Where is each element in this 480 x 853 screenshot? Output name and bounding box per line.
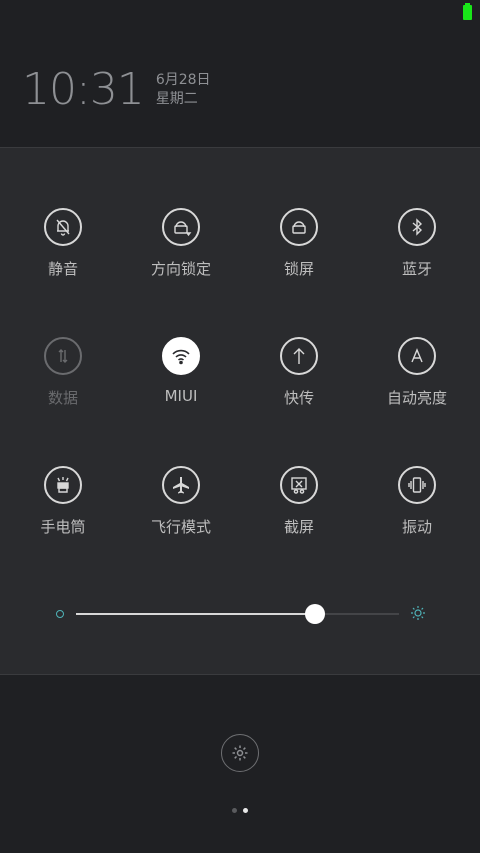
tile-label: 手电筒	[40, 518, 86, 536]
tile-label: 静音	[47, 260, 78, 278]
settings-button[interactable]	[221, 734, 259, 772]
auto-brightness-icon	[398, 337, 436, 375]
weekday-text: 星期二	[155, 91, 198, 107]
tile-rotation-lock[interactable]: 方向锁定	[122, 208, 240, 308]
tile-auto-brightness[interactable]: 自动亮度	[358, 337, 476, 437]
tile-bluetooth[interactable]: 蓝牙	[358, 208, 476, 308]
date-text: 6月28日	[155, 72, 211, 88]
brightness-high-icon	[411, 606, 425, 620]
clock-time: 10:31	[22, 64, 145, 115]
bluetooth-icon	[398, 208, 436, 246]
brightness-fill	[76, 613, 316, 615]
tile-flashlight[interactable]: 手电筒	[4, 466, 122, 566]
quick-settings-panel: 静音 方向锁定 锁屏 蓝牙 数据 MIUI 快传 自动亮度 手电筒 飞行模式 截…	[0, 147, 480, 675]
date-block: 6月28日 星期二	[156, 71, 211, 109]
page-indicator	[0, 808, 480, 813]
page-dot[interactable]	[232, 808, 237, 813]
tile-vibrate[interactable]: 振动	[358, 466, 476, 566]
brightness-low-icon	[56, 610, 64, 618]
bell-off-icon	[44, 208, 82, 246]
vibrate-icon	[398, 466, 436, 504]
brightness-slider[interactable]	[56, 603, 426, 627]
wifi-icon	[162, 337, 200, 375]
mobile-data-icon	[44, 337, 82, 375]
rotation-lock-icon	[162, 208, 200, 246]
tile-label: 振动	[401, 518, 432, 536]
tile-mobile-data[interactable]: 数据	[4, 337, 122, 437]
brightness-thumb[interactable]	[305, 604, 326, 624]
tile-label: 锁屏	[283, 260, 314, 278]
tile-label: 截屏	[283, 518, 314, 536]
tile-screenshot[interactable]: 截屏	[240, 466, 358, 566]
tile-label: MIUI	[164, 387, 198, 405]
tile-quick-transfer[interactable]: 快传	[240, 337, 358, 437]
status-bar	[0, 0, 480, 24]
lock-icon	[280, 208, 318, 246]
gear-icon	[232, 745, 248, 761]
tile-wifi[interactable]: MIUI	[122, 337, 240, 437]
tile-label: 飞行模式	[150, 518, 211, 536]
flashlight-icon	[44, 466, 82, 504]
airplane-icon	[162, 466, 200, 504]
battery-icon	[463, 3, 472, 20]
tile-label: 自动亮度	[386, 389, 447, 407]
clock-widget: 10:31 6月28日 星期二	[22, 68, 211, 112]
brightness-track[interactable]	[76, 604, 399, 624]
tile-label: 方向锁定	[150, 260, 211, 278]
arrow-up-icon	[280, 337, 318, 375]
tile-label: 快传	[283, 389, 314, 407]
tile-airplane-mode[interactable]: 飞行模式	[122, 466, 240, 566]
tile-lock-screen[interactable]: 锁屏	[240, 208, 358, 308]
page-dot-current[interactable]	[243, 808, 248, 813]
tile-silent[interactable]: 静音	[4, 208, 122, 308]
tile-label: 数据	[47, 389, 78, 407]
screenshot-icon	[280, 466, 318, 504]
tile-label: 蓝牙	[401, 260, 432, 278]
